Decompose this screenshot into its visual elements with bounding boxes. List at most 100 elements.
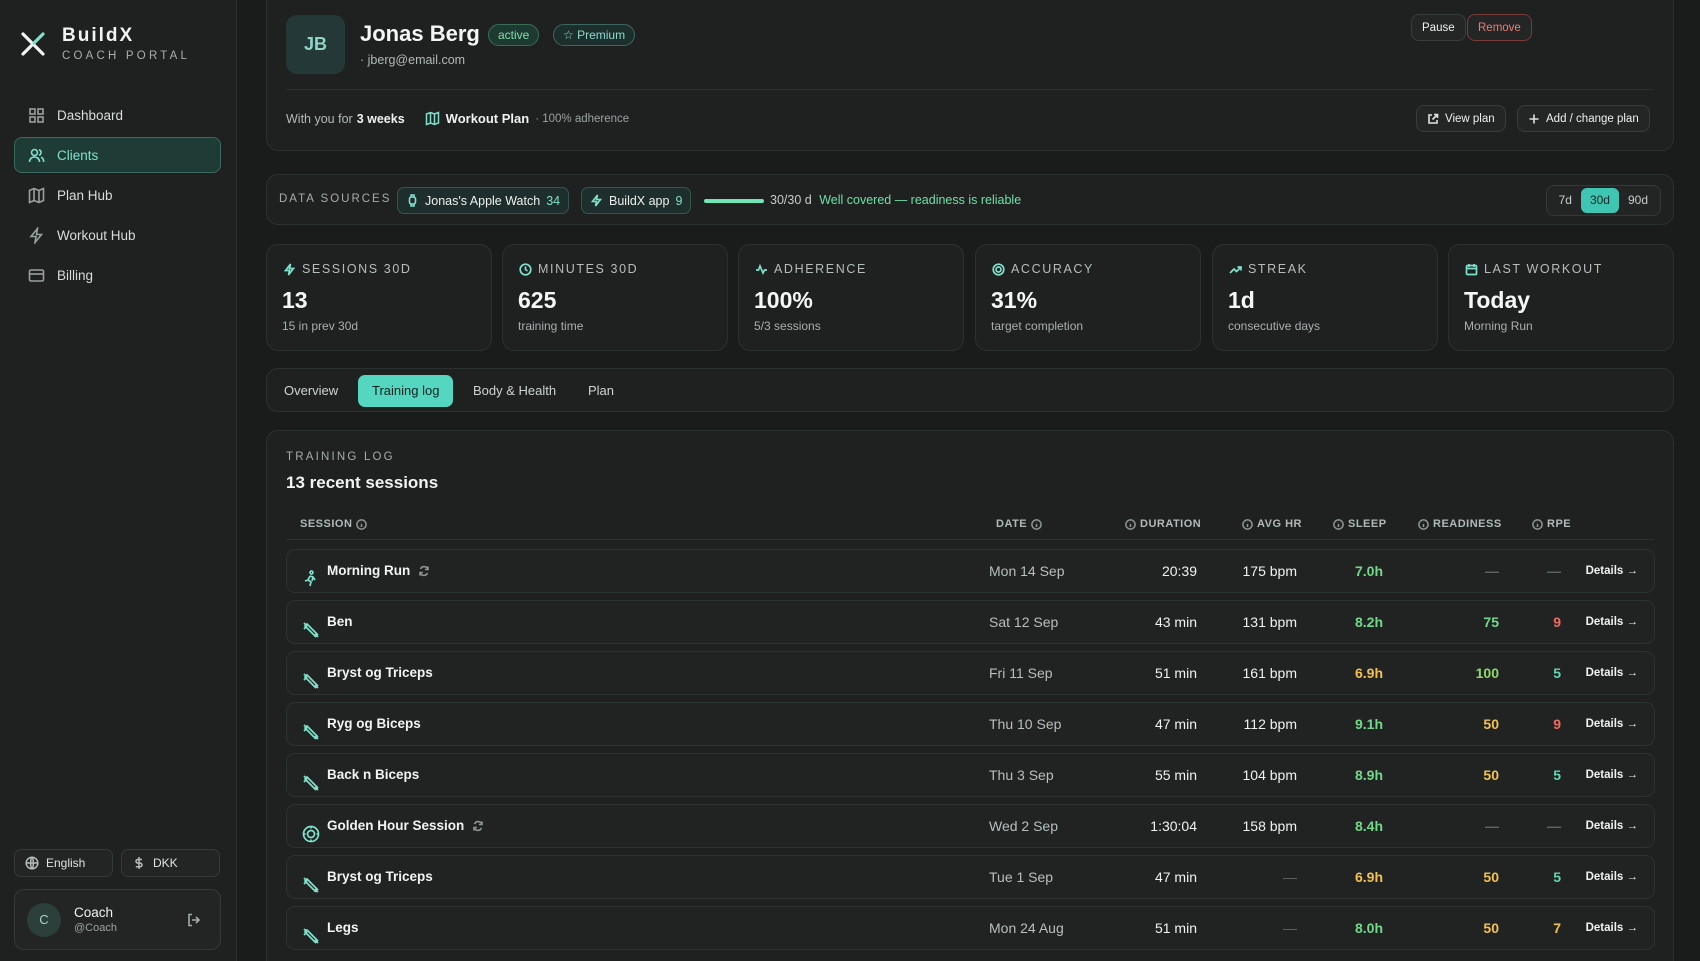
stat-label: ACCURACY	[1011, 262, 1094, 276]
session-rpe: 9	[1553, 716, 1561, 732]
change-plan-button[interactable]: Add / change plan	[1517, 105, 1650, 132]
column-header-duration[interactable]: DURATION	[1125, 518, 1201, 530]
sidebar-item-workout-hub[interactable]: Workout Hub	[14, 217, 221, 253]
clock-icon	[519, 262, 532, 276]
session-rpe: 5	[1553, 767, 1561, 783]
session-name: Ben	[327, 601, 353, 643]
map-icon	[28, 186, 45, 204]
stat-value: Today	[1464, 287, 1531, 313]
stat-sub: training time	[518, 319, 584, 333]
stat-header: ADHERENCE	[755, 262, 867, 276]
table-row[interactable]: Morning Run Mon 14 Sep 20:39 175 bpm 7.0h — — D…	[286, 549, 1655, 593]
language-button[interactable]: English	[14, 849, 113, 877]
sidebar-item-label: Plan Hub	[57, 187, 113, 203]
sidebar-item-clients[interactable]: Clients	[14, 137, 221, 173]
user-card[interactable]: C Coach @Coach	[14, 889, 221, 950]
remove-button[interactable]: Remove	[1467, 14, 1532, 41]
sidebar-item-billing[interactable]: Billing	[14, 257, 221, 293]
bolt-icon	[590, 194, 603, 207]
brand[interactable]: BuildX COACH PORTAL	[20, 26, 190, 62]
session-name-text: Bryst og Triceps	[327, 869, 433, 884]
sidebar-item-label: Workout Hub	[57, 227, 136, 243]
pause-button[interactable]: Pause	[1411, 14, 1466, 41]
session-sleep: 8.2h	[1354, 614, 1383, 630]
client-initials-avatar: JB	[286, 15, 345, 74]
range-30d-button[interactable]: 30d	[1580, 188, 1619, 213]
table-row[interactable]: Ben Sat 12 Sep 43 min 131 bpm 8.2h 75 9 Details…	[286, 600, 1655, 644]
details-link[interactable]: Details →	[1586, 907, 1638, 949]
sync-icon	[473, 820, 484, 832]
table-row[interactable]: Ryg og Biceps Thu 10 Sep 47 min 112 bpm 9.1h…	[286, 702, 1655, 746]
range-7d-button[interactable]: 7d	[1550, 188, 1581, 213]
sidebar: BuildX COACH PORTAL Dashboard Clients Pl…	[0, 0, 237, 961]
session-sleep: 6.9h	[1354, 665, 1383, 681]
stat-header: LAST WORKOUT	[1465, 262, 1603, 276]
session-readiness: —	[1485, 818, 1499, 834]
details-link[interactable]: Details →	[1586, 805, 1638, 847]
stat-label: ADHERENCE	[774, 262, 867, 276]
details-link[interactable]: Details →	[1586, 703, 1638, 745]
client-tabs: Overview Training log Body & Health Plan	[266, 368, 1674, 412]
session-avg-hr: —	[1283, 920, 1297, 936]
details-link[interactable]: Details →	[1586, 601, 1638, 643]
column-header-avg-hr[interactable]: AVG HR	[1242, 518, 1302, 530]
session-readiness: 50	[1483, 716, 1499, 732]
table-row[interactable]: Back n Biceps Thu 3 Sep 55 min 104 bpm 8.9h 5…	[286, 753, 1655, 797]
language-label: English	[46, 856, 86, 870]
session-sleep: 8.0h	[1354, 920, 1383, 936]
data-sources-bar: DATA SOURCES Jonas's Apple Watch 34 Buil…	[266, 174, 1674, 225]
details-link[interactable]: Details →	[1586, 652, 1638, 694]
session-readiness: —	[1485, 563, 1499, 579]
settings-row: English DKK	[14, 849, 220, 877]
currency-button[interactable]: DKK	[121, 849, 220, 877]
plan-name[interactable]: Workout Plan	[446, 111, 530, 126]
dumbbell-icon	[302, 766, 320, 791]
range-90d-button[interactable]: 90d	[1619, 188, 1657, 213]
source-chip-buildx-app[interactable]: BuildX app 9	[581, 187, 692, 214]
bolt-icon	[283, 262, 296, 276]
stat-card-accuracy: ACCURACY 31% target completion	[975, 244, 1201, 351]
column-header-rpe[interactable]: RPE	[1532, 518, 1571, 530]
view-plan-button[interactable]: View plan	[1416, 105, 1506, 132]
table-row[interactable]: Bryst og Triceps Tue 1 Sep 47 min — 6.9h 50 5 D…	[286, 855, 1655, 899]
session-date: Wed 2 Sep	[989, 818, 1059, 834]
tab-overview[interactable]: Overview	[270, 375, 352, 407]
column-header-session[interactable]: SESSION	[300, 518, 368, 530]
dumbbell-icon	[302, 715, 320, 740]
section-label: TRAINING LOG	[286, 451, 395, 463]
session-name-text: Ryg og Biceps	[327, 716, 421, 731]
session-date: Tue 1 Sep	[989, 869, 1054, 885]
stat-label: SESSIONS 30D	[302, 262, 412, 276]
external-link-icon	[1428, 113, 1439, 124]
card-icon	[28, 268, 45, 282]
session-sleep: 8.9h	[1354, 767, 1383, 783]
run-icon	[302, 562, 320, 587]
table-row[interactable]: Golden Hour Session Wed 2 Sep 1:30:04 158 b…	[286, 804, 1655, 848]
coverage-status: 30/30 d Well covered — readiness is reli…	[770, 193, 1021, 207]
session-duration: 47 min	[1154, 716, 1197, 732]
watch-icon	[408, 194, 417, 207]
details-link[interactable]: Details →	[1586, 754, 1638, 796]
source-chip-apple-watch[interactable]: Jonas's Apple Watch 34	[397, 187, 570, 214]
session-sleep: 8.4h	[1354, 818, 1383, 834]
table-row[interactable]: Legs Mon 24 Aug 51 min — 8.0h 50 7 Details →	[286, 906, 1655, 950]
brand-subtitle: COACH PORTAL	[62, 50, 191, 62]
column-header-date[interactable]: DATE	[996, 518, 1042, 530]
tab-plan[interactable]: Plan	[574, 375, 628, 407]
session-readiness: 50	[1483, 920, 1499, 936]
logout-icon[interactable]	[186, 912, 202, 928]
session-readiness: 50	[1483, 869, 1499, 885]
tab-training-log[interactable]: Training log	[358, 375, 454, 407]
details-link[interactable]: Details →	[1586, 550, 1638, 592]
session-duration: 1:30:04	[1150, 818, 1197, 834]
sidebar-item-dashboard[interactable]: Dashboard	[14, 97, 221, 133]
coverage-bar	[704, 199, 764, 203]
info-icon	[1333, 518, 1344, 530]
sidebar-item-plan-hub[interactable]: Plan Hub	[14, 177, 221, 213]
details-link[interactable]: Details →	[1586, 856, 1638, 898]
tab-body-health[interactable]: Body & Health	[459, 375, 570, 407]
column-header-sleep[interactable]: SLEEP	[1333, 518, 1387, 530]
table-row[interactable]: Bryst og Triceps Fri 11 Sep 51 min 161 bpm 6…	[286, 651, 1655, 695]
column-header-readiness[interactable]: READINESS	[1418, 518, 1502, 530]
stat-value: 625	[518, 287, 557, 313]
